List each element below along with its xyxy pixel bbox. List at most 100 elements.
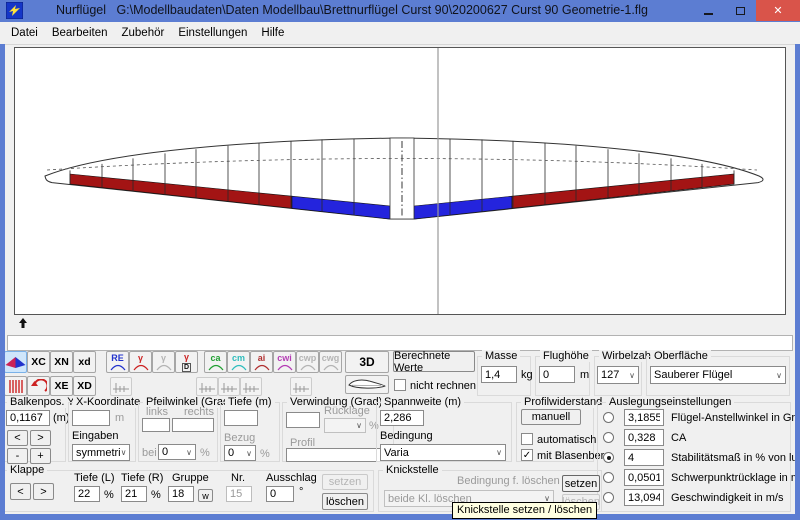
wing-drawing-canvas[interactable] [14,47,786,315]
wing-icon [5,355,26,371]
pfeilwinkel-links-label: links [146,406,168,418]
ribs-button[interactable] [4,376,27,396]
ausschlag-unit: ° [299,486,303,498]
position-marker[interactable] [19,318,28,332]
gruppe-w-button[interactable]: w [198,489,213,502]
axis-icon-button[interactable] [240,377,262,396]
profil-input[interactable] [286,448,390,462]
xn-button[interactable]: XN [50,351,73,373]
xd-button[interactable]: xd [73,351,96,373]
oberflaeche-dropdown[interactable]: Sauberer Flügel∨ [650,366,786,384]
view-3d-button[interactable]: 3D [345,351,389,373]
axis-icon-button[interactable] [110,377,132,396]
undo-icon [31,379,47,393]
knickstelle-setzen-button[interactable]: setzen [562,475,600,492]
ca-radio[interactable] [603,432,614,443]
ausschlag-input[interactable] [266,486,294,502]
nicht-rechnen-label: nicht rechnen [410,380,476,392]
menu-datei[interactable]: Datei [4,24,45,42]
nr-input[interactable] [226,486,252,502]
xkoordinate-unit: m [115,412,124,424]
klappe-loeschen-button[interactable]: löschen [322,493,368,510]
spannweite-input[interactable] [380,410,424,426]
axis-icon-button[interactable] [290,377,312,396]
eingaben-mode-dropdown[interactable]: symmetri∨ [72,444,130,461]
automatisch-checkbox[interactable] [521,433,533,445]
verwindung-input[interactable] [286,412,320,428]
ai-plot-button[interactable]: ai [250,351,273,373]
pfeilwinkel-rechts-input[interactable] [172,418,214,432]
curve-icon [277,364,293,371]
wing-view-button[interactable] [4,351,27,373]
anstellwinkel-radio[interactable] [603,412,614,423]
axis-icon-button[interactable] [196,377,218,396]
schwerpunkt-radio[interactable] [603,472,614,483]
balkenpos-next-button[interactable]: > [30,430,51,446]
close-button[interactable]: ✕ [756,0,800,21]
bedingung-loeschen-label: Bedingung f. löschen [457,475,560,487]
cm-plot-button[interactable]: cm [227,351,250,373]
ca-plot-button[interactable]: ca [204,351,227,373]
xe-button[interactable]: XE [50,376,73,396]
balkenpos-prev-button[interactable]: < [7,430,28,446]
schwerpunkt-label: Schwerpunktrücklage in m [671,472,800,484]
gamma-plot-button[interactable]: γ [129,351,152,373]
cwp-plot-button[interactable]: cwp [296,351,319,373]
minimize-icon [704,13,713,15]
tiefe-r-input[interactable] [121,486,147,502]
cwi-plot-button[interactable]: cwi [273,351,296,373]
manuell-button[interactable]: manuell [521,409,581,425]
klappe-next-button[interactable]: > [33,483,54,500]
minimize-button[interactable] [694,0,722,21]
balkenpos-input[interactable] [6,410,50,426]
chevron-down-icon: ∨ [496,448,502,457]
berechnete-werte-button[interactable]: Berechnete Werte [393,351,475,372]
curve-icon [254,364,270,371]
curve-icon [323,364,339,371]
balkenpos-minus-button[interactable]: - [7,448,28,464]
bedingung-dropdown[interactable]: Varia∨ [380,444,506,461]
menu-zubehoer[interactable]: Zubehör [114,24,171,42]
flughoehe-input[interactable] [539,366,575,383]
pfeilwinkel-links-input[interactable] [142,418,170,432]
cwg-plot-button[interactable]: cwg [319,351,342,373]
anstellwinkel-input[interactable] [624,409,664,426]
bezug-label: Bezug [224,432,255,444]
klappe-prev-button[interactable]: < [10,483,31,500]
klappe-setzen-button[interactable]: setzen [322,474,368,490]
tiefe-input[interactable] [224,410,258,426]
tiefe-l-input[interactable] [74,486,100,502]
stabilitaetsmass-input[interactable] [624,449,664,466]
menu-bearbeiten[interactable]: Bearbeiten [45,24,115,42]
bei-dropdown[interactable]: 0∨ [158,444,196,460]
xkoordinate-input[interactable] [72,410,110,426]
maximize-button[interactable] [726,0,754,21]
nicht-rechnen-checkbox[interactable] [394,379,406,391]
re-plot-button[interactable]: RE [106,351,129,373]
blasenber-checkbox[interactable]: ✓ [521,449,533,461]
gamma-d-button[interactable]: γ D [175,351,198,373]
xc-button[interactable]: XC [27,351,50,373]
stabilitaetsmass-radio[interactable] [603,452,614,463]
flughoehe-label: Flughöhe [540,350,592,362]
menu-hilfe[interactable]: Hilfe [254,24,291,42]
gruppe-input[interactable] [168,486,194,502]
ruecklage-dropdown[interactable]: ∨ [324,418,366,433]
curve-icon [156,364,172,371]
schwerpunkt-input[interactable] [624,469,664,486]
masse-input[interactable] [481,366,517,383]
ca-input[interactable] [624,429,664,446]
xd2-button[interactable]: XD [73,376,96,396]
pfeilwinkel-rechts-label: rechts [184,406,214,418]
geschwindigkeit-input[interactable] [624,489,664,506]
airfoil-button[interactable] [345,375,389,394]
axis-icon-button[interactable] [218,377,240,396]
wirbelzahl-dropdown[interactable]: 127∨ [597,366,639,384]
bezug-dropdown[interactable]: 0∨ [224,445,256,461]
undo-button[interactable] [27,376,50,396]
gamma-plot-button-disabled[interactable]: γ [152,351,175,373]
axis-icon [220,379,238,394]
geschwindigkeit-radio[interactable] [603,492,614,503]
balkenpos-plus-button[interactable]: + [30,448,51,464]
menu-einstellungen[interactable]: Einstellungen [171,24,254,42]
